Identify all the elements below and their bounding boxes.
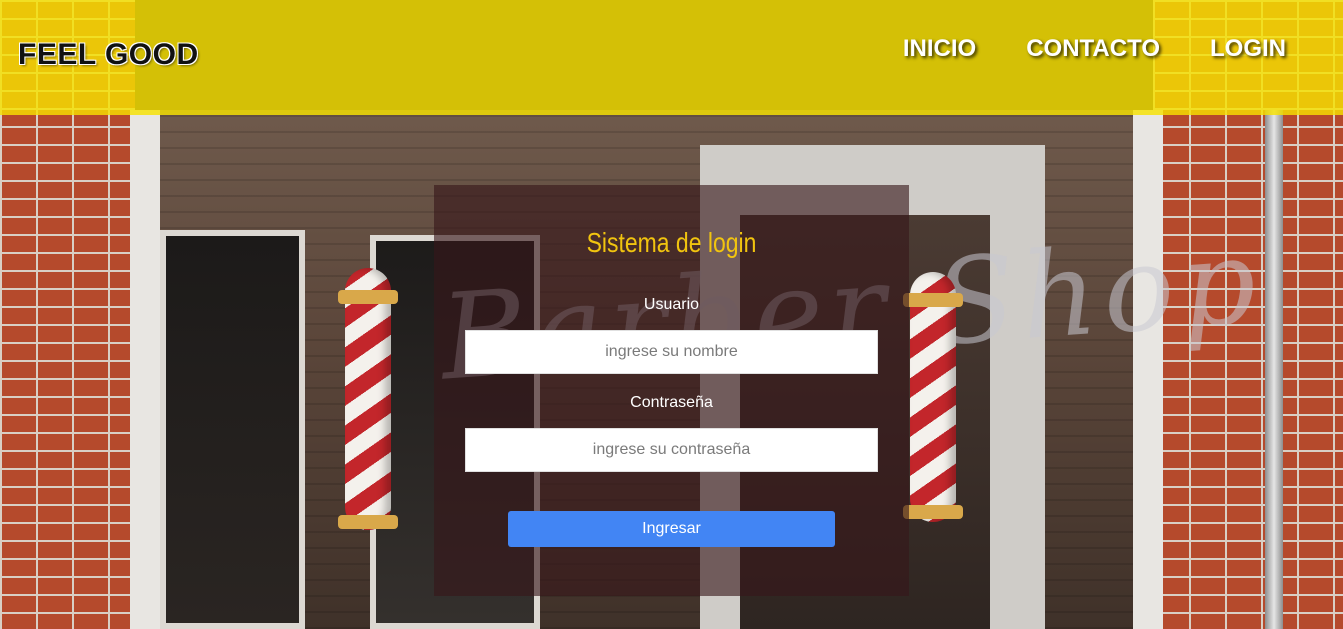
login-title: Sistema de login (586, 227, 757, 258)
username-label: Usuario (643, 296, 700, 313)
window-frame-right (1133, 110, 1163, 629)
barber-pole-cap (338, 290, 398, 304)
username-input[interactable] (465, 330, 878, 374)
nav-link-login[interactable]: LOGIN (1210, 34, 1286, 64)
barber-pole-cap (903, 293, 963, 307)
shop-window-left-pane (160, 230, 305, 629)
password-label: Contraseña (630, 394, 713, 411)
site-header: FEEL GOOD INICIO CONTACTO LOGIN (0, 0, 1343, 115)
nav-link-inicio[interactable]: INICIO (903, 34, 976, 64)
nav-link-contacto[interactable]: CONTACTO (1026, 34, 1160, 64)
brand-logo[interactable]: FEEL GOOD (18, 38, 199, 72)
drain-pipe (1265, 110, 1283, 629)
barber-pole-left (345, 268, 391, 530)
barber-pole-cap (338, 515, 398, 529)
window-frame-left (130, 110, 160, 629)
submit-button[interactable]: Ingresar (508, 511, 835, 547)
main-nav: INICIO CONTACTO LOGIN (903, 34, 1286, 64)
barber-pole-cap (903, 505, 963, 519)
barber-pole-right (910, 272, 956, 522)
login-page: Barber Shop FEEL GOOD INICIO CONTACTO LO… (0, 0, 1343, 629)
password-input[interactable] (465, 428, 878, 472)
login-panel: Sistema de login Usuario Contraseña Ingr… (434, 185, 909, 596)
